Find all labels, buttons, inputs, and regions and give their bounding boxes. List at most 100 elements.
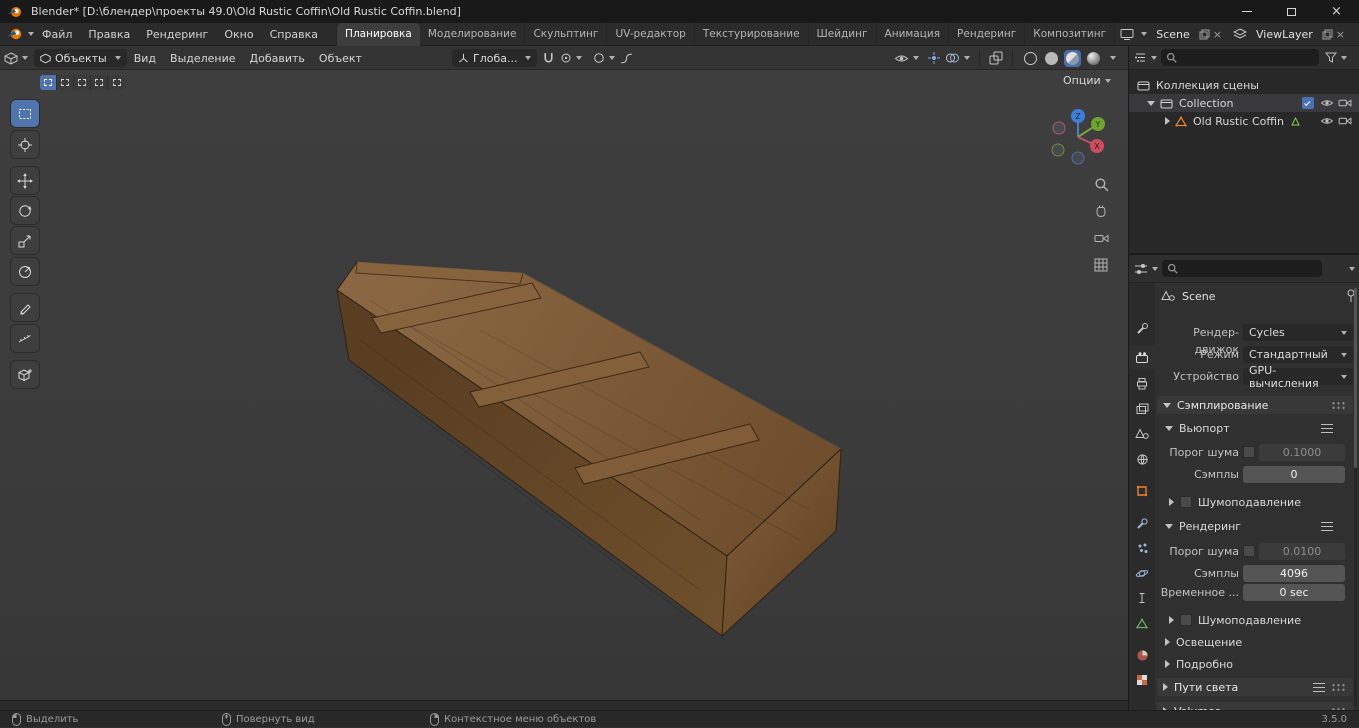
xray-toggle-icon[interactable] [989,51,1003,65]
shading-material-preview-button[interactable] [1064,49,1081,67]
disclosure-triangle-icon[interactable] [1165,117,1170,125]
outliner-row-scene-collection[interactable]: Коллекция сцены [1129,76,1359,94]
maximize-button[interactable] [1269,0,1314,23]
axis-negative-y-ball[interactable] [1052,144,1064,156]
disable-in-render-toggle[interactable] [1338,98,1352,108]
menu-file[interactable]: Файл [34,23,80,46]
outliner-search-input[interactable] [1161,49,1319,66]
sampling-section-header[interactable]: Сэмплирование [1157,396,1353,414]
tool-cursor[interactable] [11,131,39,158]
menu-view[interactable]: Вид [127,46,163,70]
device-dropdown[interactable]: GPU-вычисления [1243,364,1353,390]
hide-in-viewport-toggle[interactable] [1320,98,1334,108]
viewport-denoise-checkbox[interactable] [1180,496,1192,508]
remove-view-layer-icon[interactable]: × [1336,28,1345,41]
presets-icon[interactable] [1321,521,1333,531]
pan-view-button[interactable] [1092,202,1110,220]
blender-logo-icon[interactable] [6,27,24,41]
editor-type-outliner-icon[interactable] [1134,52,1147,63]
timeline-editor[interactable] [0,700,1128,710]
copy-icon[interactable] [1199,29,1210,40]
lights-subsection-header[interactable]: Освещение [1165,634,1351,650]
modifiers-tab[interactable] [1129,511,1155,535]
render-tab[interactable] [1129,345,1155,369]
tool-tab[interactable] [1129,316,1155,340]
visibility-dropdown[interactable] [894,53,919,64]
outliner-row-old-rustic-coffin[interactable]: Old Rustic Coffin [1129,112,1359,130]
properties-search-input[interactable] [1162,260,1322,277]
render-noise-threshold-field[interactable]: 0.0100 [1259,543,1345,560]
tool-rotate[interactable] [11,197,39,224]
mode-selector[interactable]: Объекты [34,49,127,67]
noise-threshold-checkbox[interactable] [1243,446,1255,458]
menu-object[interactable]: Объект [312,46,369,70]
close-button[interactable]: × [1314,0,1359,23]
workspace-tab-uv[interactable]: UV-редактор [607,22,695,46]
menu-edit[interactable]: Правка [80,23,138,46]
tool-move[interactable] [11,167,39,194]
menu-render[interactable]: Рендеринг [138,23,216,46]
overlays-dropdown[interactable] [945,51,970,65]
view-layer-tab[interactable] [1129,397,1155,421]
render-engine-dropdown[interactable]: Cycles [1243,324,1353,341]
axis-negative-z-ball[interactable] [1072,152,1084,164]
scene-selector[interactable]: Scene [1150,28,1196,41]
toggle-ortho-button[interactable] [1092,256,1110,274]
workspace-tab-rendering[interactable]: Рендеринг [949,22,1026,46]
falloff-curve-icon[interactable] [620,53,633,64]
render-subsection-header[interactable]: Рендеринг [1165,518,1351,534]
texture-tab[interactable] [1129,668,1155,692]
shading-rendered-button[interactable] [1085,50,1102,67]
advanced-subsection-header[interactable]: Подробно [1165,656,1351,672]
navigation-gizmo[interactable]: Z Y X [1046,105,1110,169]
select-mode-invert-button[interactable] [91,75,108,90]
output-tab[interactable] [1129,371,1155,395]
menu-help[interactable]: Справка [262,23,326,46]
presets-icon[interactable] [1321,423,1333,433]
proportional-editing-dropdown[interactable] [593,52,616,64]
coffin-3d-model[interactable] [0,70,1128,700]
zoom-view-button[interactable] [1092,175,1110,193]
viewport-denoise-row[interactable]: Шумоподавление [1169,494,1349,510]
menu-window[interactable]: Окно [216,23,261,46]
viewport-samples-field[interactable]: 0 [1243,466,1345,483]
axis-negative-x-ball[interactable] [1053,122,1065,134]
tool-measure[interactable] [11,325,39,352]
render-samples-field[interactable]: 4096 [1243,565,1345,582]
workspace-tab-shading[interactable]: Шейдинг [809,22,877,46]
scene-tab[interactable] [1129,422,1155,446]
workspace-tab-sculpting[interactable]: Скульптинг [525,22,608,46]
constraints-tab[interactable] [1129,586,1155,610]
particles-tab[interactable] [1129,536,1155,560]
unlink-scene-icon[interactable]: × [1213,28,1222,41]
viewport-noise-threshold-field[interactable]: 0.1000 [1259,444,1345,461]
3d-viewport[interactable]: Опции Z Y X [0,70,1128,700]
tool-transform[interactable] [11,258,39,285]
view-layer-selector[interactable]: ViewLayer [1250,28,1319,41]
drag-grip-icon[interactable] [1331,400,1347,410]
render-denoise-row[interactable]: Шумоподавление [1169,612,1349,628]
physics-tab[interactable] [1129,561,1155,585]
select-mode-intersect-button[interactable] [108,75,125,90]
material-tab[interactable] [1129,643,1155,667]
workspace-tab-compositing[interactable]: Композитинг [1025,22,1116,46]
menu-select[interactable]: Выделение [163,46,243,70]
light-paths-section-header[interactable]: Пути света [1157,678,1353,696]
collection-checkbox[interactable] [1302,97,1314,109]
workspace-tab-animation[interactable]: Анимация [877,22,950,46]
properties-scrollbar[interactable] [1354,288,1357,706]
presets-icon[interactable] [1313,682,1325,692]
copy-icon[interactable] [1322,29,1333,40]
tool-scale[interactable] [11,227,39,254]
render-denoise-checkbox[interactable] [1180,614,1192,626]
tool-annotate[interactable] [11,294,39,321]
minimize-button[interactable] [1224,0,1269,23]
transform-orientation-dropdown[interactable]: Глоба... [452,49,538,67]
filter-funnel-icon[interactable] [1325,52,1337,63]
hide-in-viewport-toggle[interactable] [1320,116,1334,126]
editor-type-properties-icon[interactable] [1134,263,1148,275]
snap-target-dropdown[interactable] [560,52,583,64]
shading-solid-button[interactable] [1043,50,1060,67]
screen-layout-icon[interactable] [1120,28,1134,41]
disclosure-triangle-icon[interactable] [1147,100,1155,106]
